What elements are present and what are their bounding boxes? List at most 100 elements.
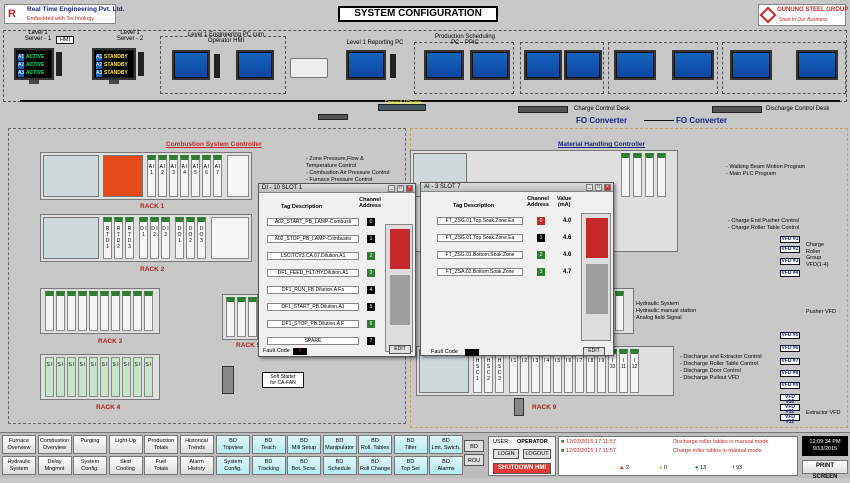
ai-channel-indicator[interactable]: 3	[537, 268, 545, 276]
di-popup-titlebar[interactable]: DI - 10 SLOT 1 _ □ ×	[259, 184, 415, 193]
di-channel-indicator[interactable]: 5	[367, 303, 375, 311]
discharge-desk-monitor-1[interactable]	[614, 50, 656, 80]
di-channel-indicator[interactable]: 4	[367, 286, 375, 294]
nav-button-0[interactable]: Hydraulic System	[2, 456, 36, 475]
reporting-pc-monitor[interactable]	[346, 50, 386, 80]
nav-button-3[interactable]: Light-Up	[108, 435, 143, 454]
rack-4[interactable]: S I S I S I S I S I S I S I S I S I S I	[40, 354, 160, 400]
eng-pc-monitor-2[interactable]	[236, 50, 274, 80]
ai-channel-indicator[interactable]: 0	[537, 217, 545, 225]
bell-icon: !	[733, 465, 735, 471]
rack-2[interactable]: R T D 1 R T D 2 R T D 3 D I 1 D I 2 D I …	[40, 214, 252, 262]
bd-nav-button-0[interactable]: BD Topview	[216, 435, 250, 454]
ai-channel-indicator[interactable]: 2	[537, 251, 545, 259]
material-notes: - Walking Beam Motion Program - Main PLC…	[726, 164, 806, 177]
combustion-title: Combustion System Controller	[166, 141, 262, 148]
charge-desk-monitor-2[interactable]	[564, 50, 602, 80]
nav-button-1[interactable]: Combustion Overview	[37, 435, 72, 454]
ai-tag-description: FT_ZSA.02.Bottom.Soak.Zone	[437, 268, 523, 276]
nav-button-1[interactable]: Delay Mngmnt	[37, 456, 72, 475]
maximize-icon[interactable]: □	[397, 185, 404, 192]
bd-nav-button-3[interactable]: BD Manipulator	[322, 435, 357, 454]
ai-channel-indicator[interactable]: 1	[537, 234, 545, 242]
nav-button-2[interactable]: Purging	[73, 435, 107, 454]
vfd-10-tag[interactable]: VFD #10	[780, 394, 800, 405]
di-channel-indicator[interactable]: 7	[367, 337, 375, 345]
di-edit-button[interactable]: EDIT	[389, 345, 411, 354]
nav-button-0[interactable]: Furnace Overview	[2, 435, 36, 454]
di-channel-indicator[interactable]: 6	[367, 320, 375, 328]
nav-button-2[interactable]: System Config.	[73, 456, 107, 475]
vfd-3-tag[interactable]: VFD #3	[780, 258, 800, 265]
vfd-2-tag[interactable]: VFD #2	[780, 246, 800, 253]
discharge-desk-monitor-4[interactable]	[796, 50, 838, 80]
bd-nav-button-0[interactable]: System Config.	[216, 456, 250, 475]
minimize-icon[interactable]: _	[586, 184, 593, 191]
di-slot-popup[interactable]: DI - 10 SLOT 1 _ □ × Tag Description Cha…	[258, 183, 416, 357]
alarm-row[interactable]: ■ 12/03/2015 17:11:57 Discharge roller t…	[561, 438, 795, 447]
bd-nav-button-5[interactable]: BD Tilter	[393, 435, 428, 454]
discharge-desk-monitor-2[interactable]	[672, 50, 714, 80]
close-icon[interactable]: ×	[406, 185, 413, 192]
bd-nav-button-4[interactable]: BD Roll. Tables	[358, 435, 392, 454]
nav-button-4[interactable]: Production Totals	[144, 435, 178, 454]
maximize-icon[interactable]: □	[595, 184, 602, 191]
production-pc-monitor-1[interactable]	[424, 50, 464, 80]
alarm-row[interactable]: ■ 12/03/2015 17:11:57 Charge roller tabl…	[561, 447, 795, 456]
rack-5[interactable]	[222, 294, 258, 340]
bd-nav-button-6[interactable]: BD Lmt. Swtch.	[429, 435, 463, 454]
vfd-8-tag[interactable]: VFD #8	[780, 370, 800, 377]
clock-date: 9/13/2015	[812, 446, 838, 452]
bd-nav-button-1[interactable]: BD Tracking	[251, 456, 286, 475]
nav-button-5[interactable]: Historical Trends	[179, 435, 214, 454]
vfd-12-tag[interactable]: VFD #12	[780, 414, 800, 425]
vfd-5-tag[interactable]: VFD #5	[780, 332, 800, 339]
nav-button-4[interactable]: Fuel Totals	[144, 456, 178, 475]
bd-nav-button-6[interactable]: BD Alarms	[429, 456, 463, 475]
close-icon[interactable]: ×	[604, 184, 611, 191]
ai-edit-button[interactable]: EDIT	[583, 347, 605, 356]
di-channel-indicator[interactable]: 1	[367, 235, 375, 243]
bd-nav-button-5[interactable]: BD Top Set	[393, 456, 428, 475]
ai-popup-titlebar[interactable]: AI - 3 SLOT 7 _ □ ×	[421, 183, 613, 192]
server-2-monitor[interactable]: A1 STANDBY A2 STANDBY A3 STANDBY	[92, 48, 136, 80]
eng-pc-monitor-1[interactable]	[172, 50, 210, 80]
ai-slot-popup[interactable]: AI - 3 SLOT 7 _ □ × Tag Description Chan…	[420, 182, 614, 356]
alarm-banner[interactable]: ■ 12/03/2015 17:11:57 Discharge roller t…	[558, 436, 798, 476]
bd-nav-button-1[interactable]: BD Teach	[251, 435, 286, 454]
di-channel-indicator[interactable]: 3	[367, 269, 375, 277]
bd-nav-button-2[interactable]: BD Mill Setup	[287, 435, 321, 454]
logout-button[interactable]: LOGOUT	[523, 449, 551, 459]
rack-1[interactable]: A I 1 A I 2 A I 3 A I 4 A I 5 A I 6 A I …	[40, 152, 252, 200]
vfd-1-tag[interactable]: VFD #1	[780, 236, 800, 243]
bd-nav-button-4[interactable]: BD Roll Change	[358, 456, 392, 475]
print-screen-button[interactable]: PRINT SCREEN	[802, 460, 848, 480]
discharge-desk-monitor-3[interactable]	[730, 50, 772, 80]
charge-desk-monitor-1[interactable]	[524, 50, 562, 80]
di-tag-description: DF1_FEED_HLT/HY.Dilution.A1	[267, 269, 359, 277]
nav-button-5[interactable]: Alarm History	[179, 456, 214, 475]
nav-button-3[interactable]: Skid Cooling	[108, 456, 143, 475]
production-pc-monitor-2[interactable]	[470, 50, 510, 80]
di-channel-indicator[interactable]: 0	[367, 218, 375, 226]
vfd-11-tag[interactable]: VFD #11	[780, 404, 800, 415]
bd-nav-button-3[interactable]: BD Schedule	[322, 456, 357, 475]
clock-display: 12:09:34 PM 9/13/2015	[802, 436, 848, 456]
vfd-6-tag[interactable]: VFD #6	[780, 345, 800, 352]
server-1-tower	[56, 52, 62, 76]
server-2-stand	[109, 80, 119, 84]
vfd-4-tag[interactable]: VFD #4	[780, 270, 800, 277]
vfd-7-tag[interactable]: VFD #7	[780, 358, 800, 365]
minimize-icon[interactable]: _	[388, 185, 395, 192]
di-channel-indicator[interactable]: 2	[367, 252, 375, 260]
vfd-9-tag[interactable]: VFD #9	[780, 382, 800, 389]
rack-3[interactable]	[40, 288, 160, 334]
login-button[interactable]: LOGIN	[493, 449, 519, 459]
bd-button[interactable]: BD	[464, 440, 484, 452]
shutdown-hmi-button[interactable]: SHUTDOWN HMI	[493, 463, 551, 474]
production-pc-label: Production Scheduling PC - PPIC	[434, 34, 496, 46]
server-1-monitor[interactable]: A1 ACTIVE A2 ACTIVE A3 ACTIVE	[14, 48, 54, 80]
rack-4-label: RACK 4	[96, 404, 121, 411]
bd-nav-button-2[interactable]: BD Bot. Scrw.	[287, 456, 321, 475]
rou-button[interactable]: ROU	[464, 454, 484, 466]
